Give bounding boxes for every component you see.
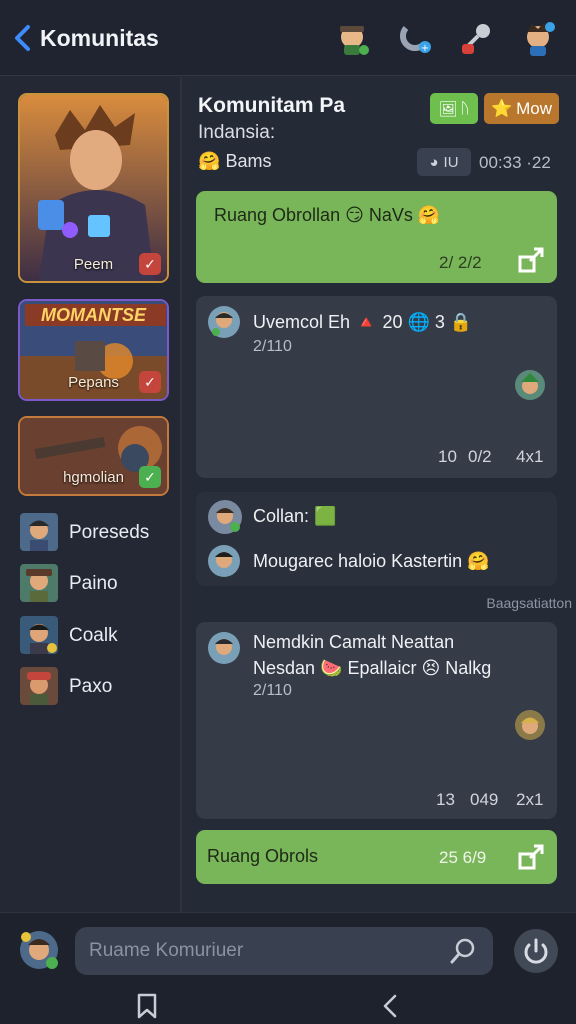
member-item[interactable]: Paino — [20, 564, 170, 604]
member-item[interactable]: Paxo — [20, 667, 170, 707]
message-meta: 2x1 — [516, 790, 544, 809]
member-item[interactable]: Coalk — [20, 616, 170, 656]
group-title: Komunitam Pa — [198, 94, 346, 117]
group-time: 00:33 ·22 — [479, 153, 551, 172]
check-icon: ✓ — [139, 253, 161, 275]
group-chip-mow[interactable]: ⭐ Mow — [484, 93, 559, 124]
section-label: Baagsatiatton — [486, 595, 572, 611]
message-text: Ruang Obrols — [207, 846, 319, 866]
image-icon: 🖼 — [438, 100, 458, 118]
message-text: Mougarec haloio Kastertin 🤗 — [253, 551, 490, 571]
message-text: Nesdan 🍉 Epallaicr 😣 Nalkg — [253, 658, 492, 678]
avatar — [515, 710, 545, 740]
message-meta: 10 — [438, 447, 457, 466]
community-card-peem[interactable]: Peem ✓ — [18, 93, 169, 283]
composer-bar — [0, 912, 576, 1024]
sidebar: Peem ✓ MOMANTSE Pepans ✓ hgmolian ✓ Pore… — [0, 77, 182, 912]
chat-main: Komunitam Pa Indansia: 🤗 Bams 🖼 ᚢ ⭐ Mow ◕ I… — [184, 77, 576, 912]
avatar — [208, 545, 240, 577]
community-card-pepans[interactable]: MOMANTSE Pepans ✓ — [18, 299, 169, 401]
avatar — [20, 513, 58, 551]
power-icon — [524, 938, 548, 964]
message-subtext: 2/110 — [253, 682, 292, 699]
member-name: Poreseds — [69, 522, 150, 543]
avatar — [20, 667, 58, 705]
message-text: Uvemcol Eh 🔺 20 🌐 3 🔒 — [253, 312, 473, 332]
message-meta: 13 — [436, 790, 455, 809]
message-bubble[interactable]: Uvemcol Eh 🔺 20 🌐 3 🔒 2/110 10 0/2 4x1 — [196, 296, 557, 478]
avatar[interactable] — [18, 929, 60, 971]
avatar — [208, 632, 240, 664]
member-name: Paxo — [69, 676, 113, 697]
member-name: Coalk — [69, 625, 118, 646]
card-banner: MOMANTSE — [41, 305, 146, 325]
message-bubble[interactable]: Nemdkin Camalt Neattan Nesdan 🍉 Epallaic… — [196, 622, 557, 819]
message-meta: 25 6/9 — [439, 848, 487, 867]
avatar-hero-icon[interactable] — [518, 18, 558, 58]
avatar — [208, 500, 242, 534]
group-subtitle: Indansia: — [198, 122, 276, 143]
group-chip-image[interactable]: 🖼 ᚢ — [430, 93, 478, 124]
top-bar: Komunitas + — [0, 0, 576, 76]
message-meta: 4x1 — [516, 447, 544, 466]
group-user: 🤗 Bams — [198, 151, 272, 171]
bookmark-icon[interactable] — [136, 993, 158, 1019]
check-icon: ✓ — [139, 466, 161, 488]
message-meta: 2/ 2/2 — [439, 253, 482, 272]
power-button[interactable] — [514, 929, 558, 973]
message-subtext: 2/110 — [253, 338, 292, 355]
clock-icon: ◕ — [429, 153, 439, 171]
magnet-icon[interactable]: + — [396, 18, 436, 58]
message-meta: 0/2 — [468, 447, 492, 466]
check-icon: ✓ — [139, 371, 161, 393]
microphone-icon[interactable] — [456, 18, 496, 58]
back-arrow-icon[interactable] — [12, 22, 34, 54]
share-icon[interactable] — [518, 844, 544, 870]
avatar — [20, 564, 58, 602]
message-input[interactable] — [89, 927, 449, 975]
avatar — [208, 306, 240, 338]
member-item[interactable]: Poreseds — [20, 513, 170, 553]
message-meta: 049 — [470, 790, 499, 809]
search-field-wrap[interactable] — [75, 927, 493, 975]
user-face-icon: 🤗 — [198, 151, 221, 171]
message-bubble[interactable]: Ruang Obrollan 😏 NaVs 🤗 2/ 2/2 — [196, 191, 557, 283]
group-tag[interactable]: ◕ IU — [417, 148, 471, 176]
message-text: Collan: 🟩 — [253, 506, 337, 526]
community-card-hgmolian[interactable]: hgmolian ✓ — [18, 416, 169, 496]
avatar — [20, 616, 58, 654]
member-name: Paino — [69, 573, 118, 594]
search-icon[interactable] — [449, 937, 477, 965]
share-icon[interactable] — [518, 247, 544, 273]
avatar-bot-icon[interactable] — [332, 18, 372, 58]
message-text: Nemdkin Camalt Neattan — [253, 632, 455, 652]
message-bubble[interactable]: Collan: 🟩 Mougarec haloio Kastertin 🤗 — [196, 492, 557, 586]
message-text: Ruang Obrollan 😏 NaVs 🤗 — [214, 205, 441, 225]
avatar — [515, 370, 545, 400]
page-title: Komunitas — [40, 25, 159, 51]
nav-back-icon[interactable] — [380, 993, 400, 1019]
message-bubble[interactable]: Ruang Obrols 25 6/9 — [196, 830, 557, 884]
star-icon: ⭐ — [490, 98, 513, 118]
svg-text:+: + — [421, 43, 429, 54]
